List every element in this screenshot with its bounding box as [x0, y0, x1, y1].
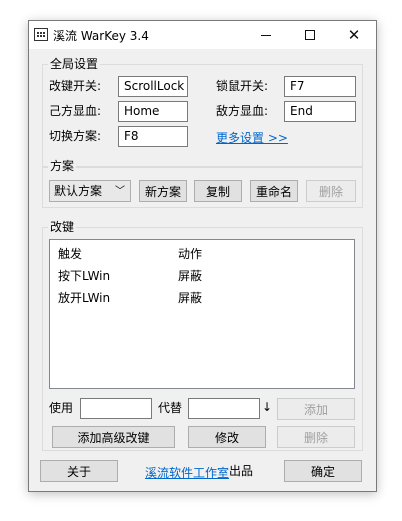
- copy-scheme-button[interactable]: 复制: [194, 180, 242, 202]
- advanced-remap-button[interactable]: 添加高级改键: [52, 426, 175, 448]
- chevron-down-icon: ﹀: [115, 186, 125, 197]
- app-window: 溪流 WarKey 3.4 ✕ 全局设置 改键开关: ScrollLock 锁鼠…: [28, 20, 377, 492]
- maximize-icon: [305, 30, 315, 40]
- ally-hp-label: 己方显血:: [49, 104, 102, 118]
- use-field[interactable]: [80, 398, 152, 419]
- remap-list[interactable]: 触发 动作 按下LWin 屏蔽 放开LWin 屏蔽: [49, 239, 355, 389]
- switch-scheme-label: 切换方案:: [49, 129, 102, 143]
- arrow-down-icon[interactable]: ↓: [262, 400, 272, 414]
- replace-field[interactable]: [188, 398, 260, 419]
- minimize-icon: [261, 34, 271, 36]
- ok-button[interactable]: 确定: [284, 460, 362, 482]
- scheme-title: 方案: [48, 159, 77, 173]
- list-item-trigger[interactable]: 放开LWin: [58, 289, 110, 306]
- column-header-trigger[interactable]: 触发: [58, 245, 82, 262]
- mouse-lock-field[interactable]: F7: [284, 76, 356, 97]
- scheme-select-value: 默认方案: [54, 184, 103, 198]
- key-switch-label: 改键开关:: [49, 79, 102, 93]
- mouse-lock-label: 锁鼠开关:: [216, 79, 269, 93]
- close-button[interactable]: ✕: [332, 21, 376, 49]
- about-button[interactable]: 关于: [40, 460, 118, 482]
- keyboard-icon: [34, 28, 48, 41]
- product-suffix: 出品: [229, 464, 254, 478]
- list-item-trigger[interactable]: 按下LWin: [58, 267, 110, 284]
- modify-remap-button[interactable]: 修改: [188, 426, 266, 448]
- delete-scheme-button[interactable]: 删除: [306, 180, 356, 202]
- window-title: 溪流 WarKey 3.4: [53, 29, 149, 43]
- studio-link[interactable]: 溪流软件工作室: [145, 464, 229, 481]
- ally-hp-field[interactable]: Home: [118, 101, 188, 122]
- close-icon: ✕: [347, 25, 361, 44]
- key-switch-field[interactable]: ScrollLock: [118, 76, 188, 97]
- list-item-action[interactable]: 屏蔽: [178, 289, 202, 306]
- switch-scheme-field[interactable]: F8: [118, 126, 188, 147]
- rename-scheme-button[interactable]: 重命名: [250, 180, 298, 202]
- column-header-action[interactable]: 动作: [178, 245, 202, 262]
- minimize-button[interactable]: [244, 21, 288, 49]
- use-label: 使用: [49, 401, 74, 415]
- scheme-group: 方案 默认方案 ﹀ 新方案 复制 重命名 删除: [42, 159, 363, 208]
- maximize-button[interactable]: [288, 21, 332, 49]
- list-item-action[interactable]: 屏蔽: [178, 267, 202, 284]
- global-settings-title: 全局设置: [48, 57, 101, 71]
- new-scheme-button[interactable]: 新方案: [139, 180, 187, 202]
- enemy-hp-field[interactable]: End: [284, 101, 356, 122]
- add-remap-button[interactable]: 添加: [277, 398, 355, 420]
- more-settings-link[interactable]: 更多设置 >>: [216, 129, 288, 146]
- replace-label: 代替: [158, 401, 183, 415]
- title-bar[interactable]: 溪流 WarKey 3.4 ✕: [29, 21, 376, 49]
- delete-remap-button[interactable]: 删除: [277, 426, 355, 448]
- scheme-select[interactable]: 默认方案 ﹀: [49, 180, 131, 202]
- enemy-hp-label: 敌方显血:: [216, 104, 269, 118]
- global-settings-group: 全局设置 改键开关: ScrollLock 锁鼠开关: F7 己方显血: Hom…: [42, 57, 363, 168]
- remap-title: 改键: [48, 220, 77, 234]
- remap-group: 改键 触发 动作 按下LWin 屏蔽 放开LWin 屏蔽 使用 代替 ↓ 添加 …: [42, 220, 363, 451]
